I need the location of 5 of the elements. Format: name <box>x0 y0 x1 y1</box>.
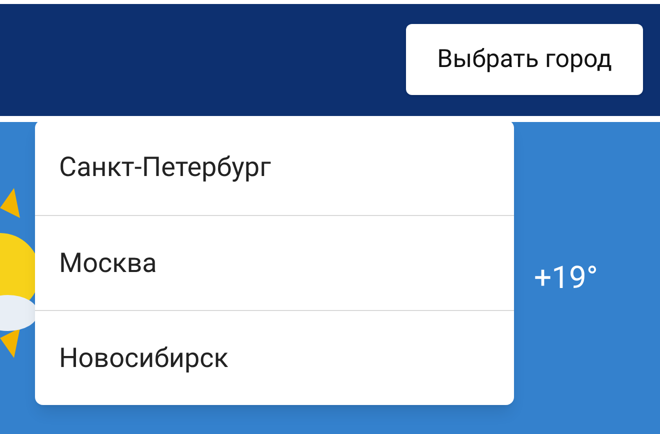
city-menu-item[interactable]: Санкт-Петербург <box>35 120 514 215</box>
city-menu-item[interactable]: Москва <box>35 215 514 310</box>
city-menu-item[interactable]: Новосибирск <box>35 310 514 405</box>
choose-city-button[interactable]: Выбрать город <box>406 24 643 95</box>
temperature: +19° <box>534 258 598 298</box>
